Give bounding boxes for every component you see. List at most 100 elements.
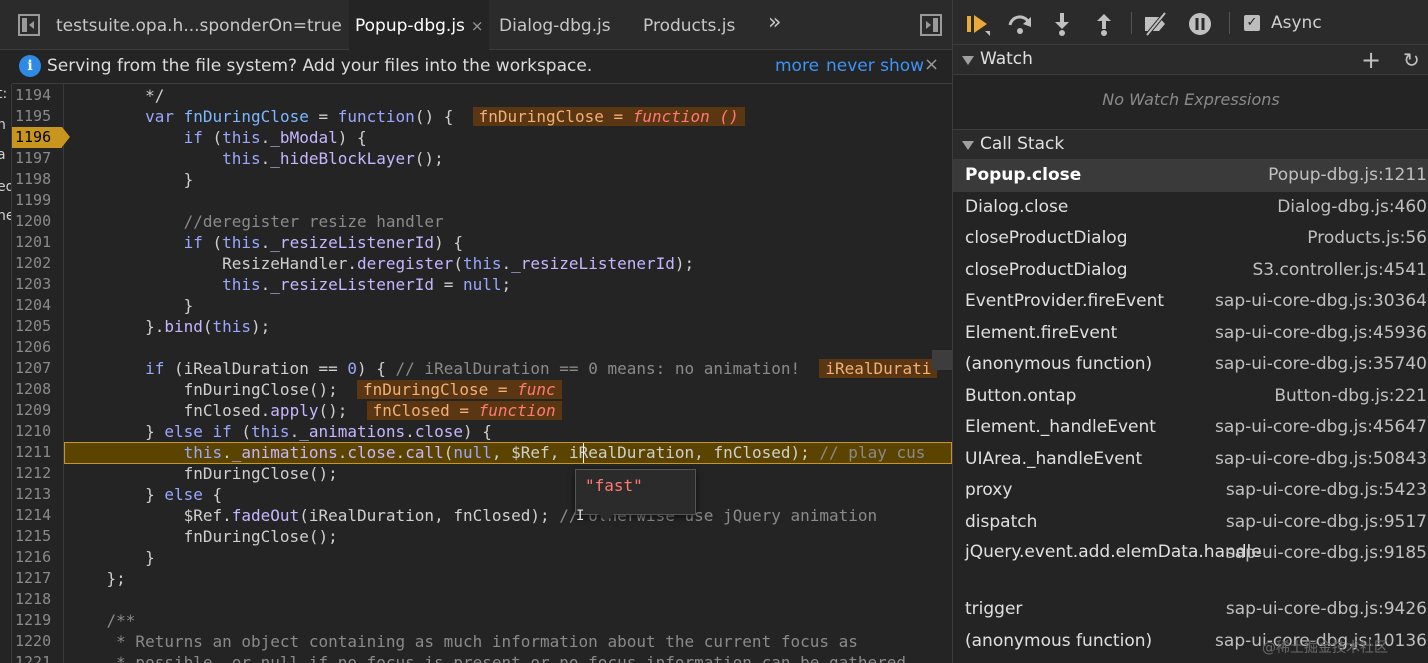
code-line: } xyxy=(68,548,155,567)
step-into-icon[interactable] xyxy=(1049,11,1075,37)
async-checkbox[interactable]: ✓ xyxy=(1244,15,1260,31)
navigator-fragment: a xyxy=(0,147,6,163)
popover-arrow xyxy=(598,514,614,522)
line-number[interactable]: 1205 xyxy=(12,316,58,337)
callstack-frame[interactable]: closeProductDialog Products.js:56 xyxy=(953,223,1428,255)
line-number-gutter[interactable]: 1194 1195 1196 1197 1198 1199 1200 1201 1202 1203… xyxy=(12,84,70,663)
tab-close-icon[interactable]: × xyxy=(471,17,484,35)
line-number[interactable]: 1216 xyxy=(12,547,58,568)
line-number[interactable]: 1204 xyxy=(12,295,58,316)
line-number[interactable]: 1201 xyxy=(12,232,58,253)
line-number[interactable]: 1213 xyxy=(12,484,58,505)
line-number[interactable]: 1210 xyxy=(12,421,58,442)
frame-location[interactable]: sap-ui-core-dbg.js:45647 xyxy=(1215,417,1427,437)
callstack-frame[interactable]: jQuery.event.add.elemData.handle sap-ui-c… xyxy=(953,538,1428,594)
code-line: fnClosed.apply(); fnClosed = function xyxy=(68,400,562,421)
callstack-frame[interactable]: Popup.close Popup-dbg.js:1211 xyxy=(953,160,1428,192)
line-number[interactable]: 1212 xyxy=(12,463,58,484)
frame-location[interactable]: sap-ui-core-dbg.js:9517 xyxy=(1226,512,1427,532)
code-line: /** xyxy=(106,611,136,630)
callstack-section-header[interactable]: Call Stack xyxy=(953,130,1428,160)
step-out-icon[interactable] xyxy=(1091,11,1117,37)
code-editor[interactable]: 1194 1195 1196 1197 1198 1199 1200 1201 1202 1203… xyxy=(12,84,952,663)
frame-function-name: Element.fireEvent xyxy=(965,322,1118,343)
infobar-close-icon[interactable]: × xyxy=(924,54,939,75)
line-number[interactable]: 1199 xyxy=(12,190,58,211)
line-number[interactable]: 1215 xyxy=(12,526,58,547)
frame-location[interactable]: Popup-dbg.js:1211 xyxy=(1268,165,1427,185)
callstack-frame[interactable]: closeProductDialog S3.controller.js:4541 xyxy=(953,255,1428,287)
callstack-frame[interactable]: dispatch sap-ui-core-dbg.js:9517 xyxy=(953,507,1428,539)
frame-function-name: jQuery.event.add.elemData.handle xyxy=(965,542,1262,562)
callstack-frame[interactable]: Button.ontap Button-dbg.js:221 xyxy=(953,381,1428,413)
frame-location[interactable]: Dialog-dbg.js:460 xyxy=(1277,197,1427,217)
watch-section-header[interactable]: Watch + ↻ xyxy=(953,45,1428,75)
tab-popup-dbg[interactable]: Popup-dbg.js × xyxy=(349,0,490,50)
line-number[interactable]: 1203 xyxy=(12,274,58,295)
line-number[interactable]: 1221 xyxy=(12,652,58,663)
line-number[interactable]: 1219 xyxy=(12,610,58,631)
line-number[interactable]: 1200 xyxy=(12,211,58,232)
pause-on-exceptions-icon[interactable] xyxy=(1187,11,1213,37)
frame-location[interactable]: Button-dbg.js:221 xyxy=(1274,386,1427,406)
tab-testsuite[interactable]: testsuite.opa.h...sponderOn=true xyxy=(56,0,342,50)
line-number[interactable]: 1202 xyxy=(12,253,58,274)
navigator-fragment: n xyxy=(0,117,6,133)
callstack-frame[interactable]: Element.fireEvent sap-ui-core-dbg.js:4593… xyxy=(953,318,1428,350)
callstack-frame[interactable]: proxy sap-ui-core-dbg.js:5423 xyxy=(953,475,1428,507)
line-number[interactable]: 1208 xyxy=(12,379,58,400)
code-line: * Returns an object containing as much i… xyxy=(106,632,858,651)
code-line: * possible, or null if no focus is prese… xyxy=(106,653,916,663)
navigator-fragment: ne xyxy=(0,208,11,224)
frame-location[interactable]: sap-ui-core-dbg.js:30364 xyxy=(1215,291,1427,311)
line-number[interactable]: 1197 xyxy=(12,148,58,169)
frame-location[interactable]: sap-ui-core-dbg.js:45936 xyxy=(1215,323,1427,343)
mouse-ibeam-icon: I xyxy=(576,508,585,524)
code-line: fnDuringClose(); xyxy=(68,464,338,483)
tab-label: Products.js xyxy=(643,16,736,36)
line-number[interactable]: 1217 xyxy=(12,568,58,589)
more-tabs-icon[interactable]: » xyxy=(768,10,781,35)
frame-location[interactable]: S3.controller.js:4541 xyxy=(1252,260,1427,280)
callstack-frame[interactable]: Element._handleEvent sap-ui-core-dbg.js:4… xyxy=(953,412,1428,444)
collapse-triangle-icon[interactable] xyxy=(962,56,974,65)
editor-scrollbar-thumb[interactable] xyxy=(932,350,952,370)
callstack-frame[interactable]: Dialog.close Dialog-dbg.js:460 xyxy=(953,192,1428,224)
frame-location[interactable]: sap-ui-core-dbg.js:5423 xyxy=(1226,480,1427,500)
line-number[interactable]: 1206 xyxy=(12,337,58,358)
watch-empty-message: No Watch Expressions xyxy=(953,80,1428,130)
frame-location[interactable]: sap-ui-core-dbg.js:9185 xyxy=(1226,543,1427,563)
frame-location[interactable]: Products.js:56 xyxy=(1307,228,1427,248)
line-number[interactable]: 1209 xyxy=(12,400,58,421)
resume-icon[interactable] xyxy=(965,11,991,37)
callstack-frame[interactable]: EventProvider.fireEvent sap-ui-core-dbg.j… xyxy=(953,286,1428,318)
line-number[interactable]: 1218 xyxy=(12,589,58,610)
tab-products[interactable]: Products.js xyxy=(643,0,735,50)
line-number[interactable]: 1220 xyxy=(12,631,58,652)
line-number[interactable]: 1214 xyxy=(12,505,58,526)
callstack-frame[interactable]: (anonymous function) sap-ui-core-dbg.js:3… xyxy=(953,349,1428,381)
tab-dialog-dbg[interactable]: Dialog-dbg.js xyxy=(499,0,611,50)
frame-function-name: Button.ontap xyxy=(965,385,1077,406)
breakpoint-marker[interactable]: 1196 xyxy=(12,127,70,148)
frame-location[interactable]: sap-ui-core-dbg.js:9426 xyxy=(1226,599,1427,619)
infobar-never-show-link[interactable]: never show xyxy=(826,56,924,76)
deactivate-breakpoints-icon[interactable] xyxy=(1143,11,1169,37)
frame-location[interactable]: sap-ui-core-dbg.js:50843 xyxy=(1215,449,1427,469)
step-over-icon[interactable] xyxy=(1007,11,1033,37)
infobar-more-link[interactable]: more xyxy=(775,56,819,76)
toggle-navigator-icon[interactable] xyxy=(18,14,40,36)
line-number[interactable]: 1211 xyxy=(12,442,58,463)
line-number[interactable]: 1207 xyxy=(12,358,58,379)
callstack-frame[interactable]: trigger sap-ui-core-dbg.js:9426 xyxy=(953,594,1428,626)
toggle-debugger-icon[interactable] xyxy=(920,14,942,36)
refresh-icon[interactable]: ↻ xyxy=(1403,48,1420,72)
line-number[interactable]: 1198 xyxy=(12,169,58,190)
line-number[interactable]: 1194 xyxy=(12,85,58,106)
collapse-triangle-icon[interactable] xyxy=(962,141,974,150)
frame-function-name: Element._handleEvent xyxy=(965,417,1156,437)
add-watch-icon[interactable]: + xyxy=(1361,46,1381,74)
callstack-frame[interactable]: UIArea._handleEvent sap-ui-core-dbg.js:50… xyxy=(953,444,1428,476)
line-number[interactable]: 1195 xyxy=(12,106,58,127)
frame-location[interactable]: sap-ui-core-dbg.js:35740 xyxy=(1215,354,1427,374)
